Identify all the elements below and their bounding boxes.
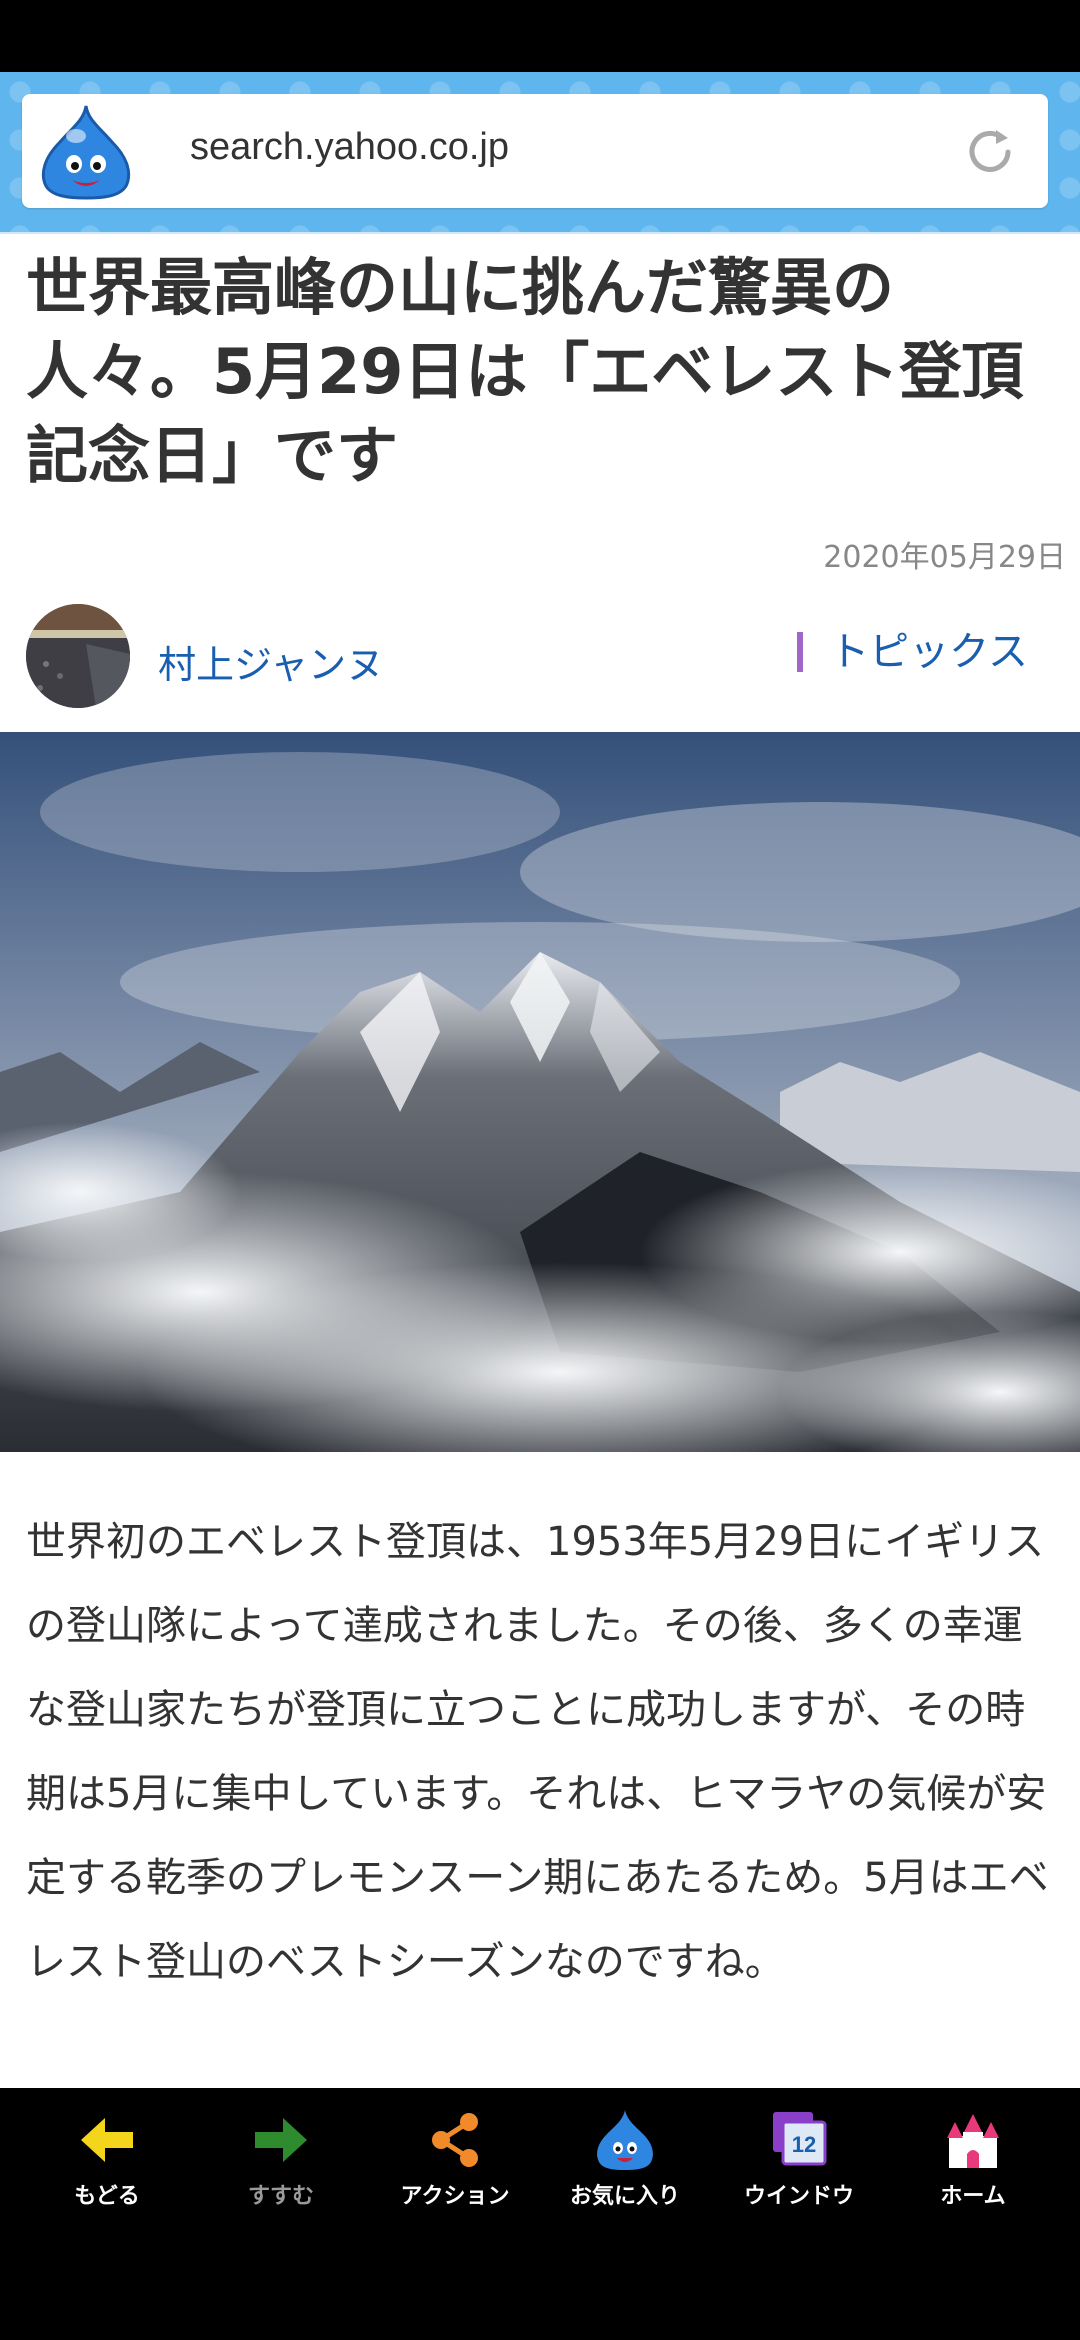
favorites-button[interactable]: お気に入り [540,2108,710,2218]
article-date: 2020年05月29日 [823,540,1066,575]
back-arrow-icon [81,2118,133,2162]
author-name[interactable]: 村上ジャンヌ [158,634,384,689]
window-icon: 12 [773,2112,827,2166]
forward-label: すすむ [247,2184,314,2209]
status-bar [0,0,1080,72]
action-button[interactable]: アクション [370,2108,540,2218]
url-text[interactable]: search.yahoo.co.jp [190,126,509,169]
window-label: ウインドウ [743,2184,854,2209]
url-bar[interactable]: search.yahoo.co.jp [22,94,1048,208]
forward-arrow-icon [255,2118,307,2162]
bottom-toolbar: もどる すすむ アクション お気に入り 12 ウインドウ ホーム [0,2088,1080,2340]
hero-image-everest [0,732,1080,1452]
category-link[interactable]: トピックス [797,632,1028,672]
window-count-badge: 12 [792,2132,816,2157]
share-icon [432,2113,478,2167]
forward-button[interactable]: すすむ [196,2108,366,2218]
home-label: ホーム [940,2184,1006,2209]
reload-icon[interactable] [962,124,1018,180]
author-avatar[interactable] [26,604,130,708]
author-row: 村上ジャンヌ トピックス [0,604,1080,714]
article-content: 世界最高峰の山に挑んだ驚異の人々。5月29日は「エベレスト登頂記念日」です 20… [0,234,1080,2088]
article-title: 世界最高峰の山に挑んだ驚異の人々。5月29日は「エベレスト登頂記念日」です [26,251,1024,492]
slime-icon[interactable] [36,102,136,202]
window-button[interactable]: 12 ウインドウ [714,2108,884,2218]
action-label: アクション [400,2184,510,2209]
back-label: もどる [74,2184,140,2209]
home-button[interactable]: ホーム [888,2108,1058,2218]
slime-icon [597,2110,653,2170]
favorites-label: お気に入り [569,2184,680,2209]
article-body: 世界初のエベレスト登頂は、1953年5月29日にイギリスの登山隊によって達成され… [26,1519,1049,1985]
castle-icon [947,2114,999,2168]
back-button[interactable]: もどる [22,2108,192,2218]
browser-header: search.yahoo.co.jp [0,72,1080,234]
